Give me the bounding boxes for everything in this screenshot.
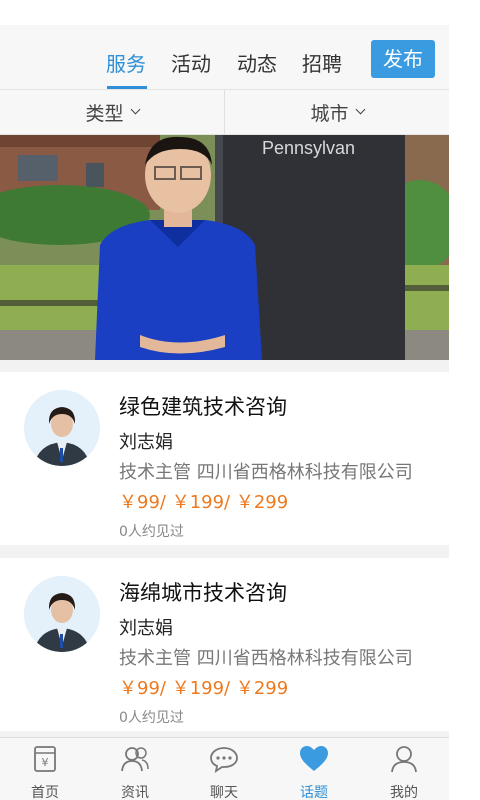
tab-activity[interactable]: 活动 — [171, 48, 211, 77]
meet-count: 0人约见过 — [119, 524, 184, 540]
bottom-tab-news-label: 资讯 — [121, 785, 149, 800]
bottom-tab-home-label: 首页 — [31, 785, 59, 800]
home-yen-icon: ¥ — [34, 746, 56, 772]
chat-bubble-icon — [210, 747, 238, 773]
bottom-tab-topics[interactable]: 话题 — [269, 738, 359, 800]
banner-sign-text: Pennsylvan — [262, 138, 355, 158]
chevron-down-icon — [355, 104, 365, 115]
price-options: ￥99/ ￥199/ ￥299 — [119, 492, 289, 513]
banner-image[interactable]: Pennsylvan — [0, 135, 449, 360]
bottom-tab-home[interactable]: ¥ 首页 — [0, 738, 90, 800]
bottom-tab-profile-label: 我的 — [390, 785, 418, 800]
top-nav-bar: 服务 活动 动态 招聘 发布 — [0, 25, 449, 90]
meet-count: 0人约见过 — [119, 710, 184, 726]
bottom-tab-news[interactable]: 资讯 — [90, 738, 180, 800]
type-filter-label: 类型 — [85, 102, 124, 125]
service-card[interactable]: 海绵城市技术咨询 刘志娟 技术主管 四川省西格林科技有限公司 ￥99/ ￥199… — [0, 558, 449, 731]
type-filter-dropdown[interactable]: 类型 — [0, 90, 224, 134]
chevron-down-icon — [130, 104, 140, 115]
active-tab-indicator — [107, 86, 147, 89]
provider-name: 刘志娟 — [119, 618, 173, 639]
right-margin — [449, 0, 480, 800]
bottom-tab-topics-label: 话题 — [300, 785, 328, 800]
tab-service[interactable]: 服务 — [106, 48, 146, 77]
person-icon — [391, 746, 417, 773]
service-card[interactable]: 绿色建筑技术咨询 刘志娟 技术主管 四川省西格林科技有限公司 ￥99/ ￥199… — [0, 372, 449, 545]
banner-photo: Pennsylvan — [0, 135, 449, 360]
tab-recruitment[interactable]: 招聘 — [302, 48, 342, 77]
status-bar — [0, 0, 449, 25]
svg-text:¥: ¥ — [42, 756, 49, 769]
provider-position: 技术主管 四川省西格林科技有限公司 — [119, 462, 413, 483]
card-title: 绿色建筑技术咨询 — [119, 395, 287, 419]
price-options: ￥99/ ￥199/ ￥299 — [119, 678, 289, 699]
city-filter-label: 城市 — [310, 102, 349, 125]
card-title: 海绵城市技术咨询 — [119, 581, 287, 605]
publish-button[interactable]: 发布 — [371, 40, 435, 78]
city-filter-dropdown[interactable]: 城市 — [225, 90, 449, 134]
provider-name: 刘志娟 — [119, 432, 173, 453]
avatar — [24, 390, 100, 466]
people-icon — [121, 747, 149, 772]
bottom-tab-profile[interactable]: 我的 — [359, 738, 449, 800]
app-screen: 服务 活动 动态 招聘 发布 类型 城市 Pennsylvan 绿色建筑技术咨询… — [0, 0, 449, 800]
filter-bar: 类型 城市 — [0, 90, 449, 135]
tab-news-feed[interactable]: 动态 — [237, 48, 277, 77]
bottom-tab-chat-label: 聊天 — [210, 785, 238, 800]
bottom-tab-chat[interactable]: 聊天 — [179, 738, 269, 800]
provider-position: 技术主管 四川省西格林科技有限公司 — [119, 648, 413, 669]
avatar — [24, 576, 100, 652]
heart-icon — [300, 746, 328, 771]
bottom-tab-bar: ¥ 首页 资讯 聊天 话题 我的 — [0, 737, 449, 800]
